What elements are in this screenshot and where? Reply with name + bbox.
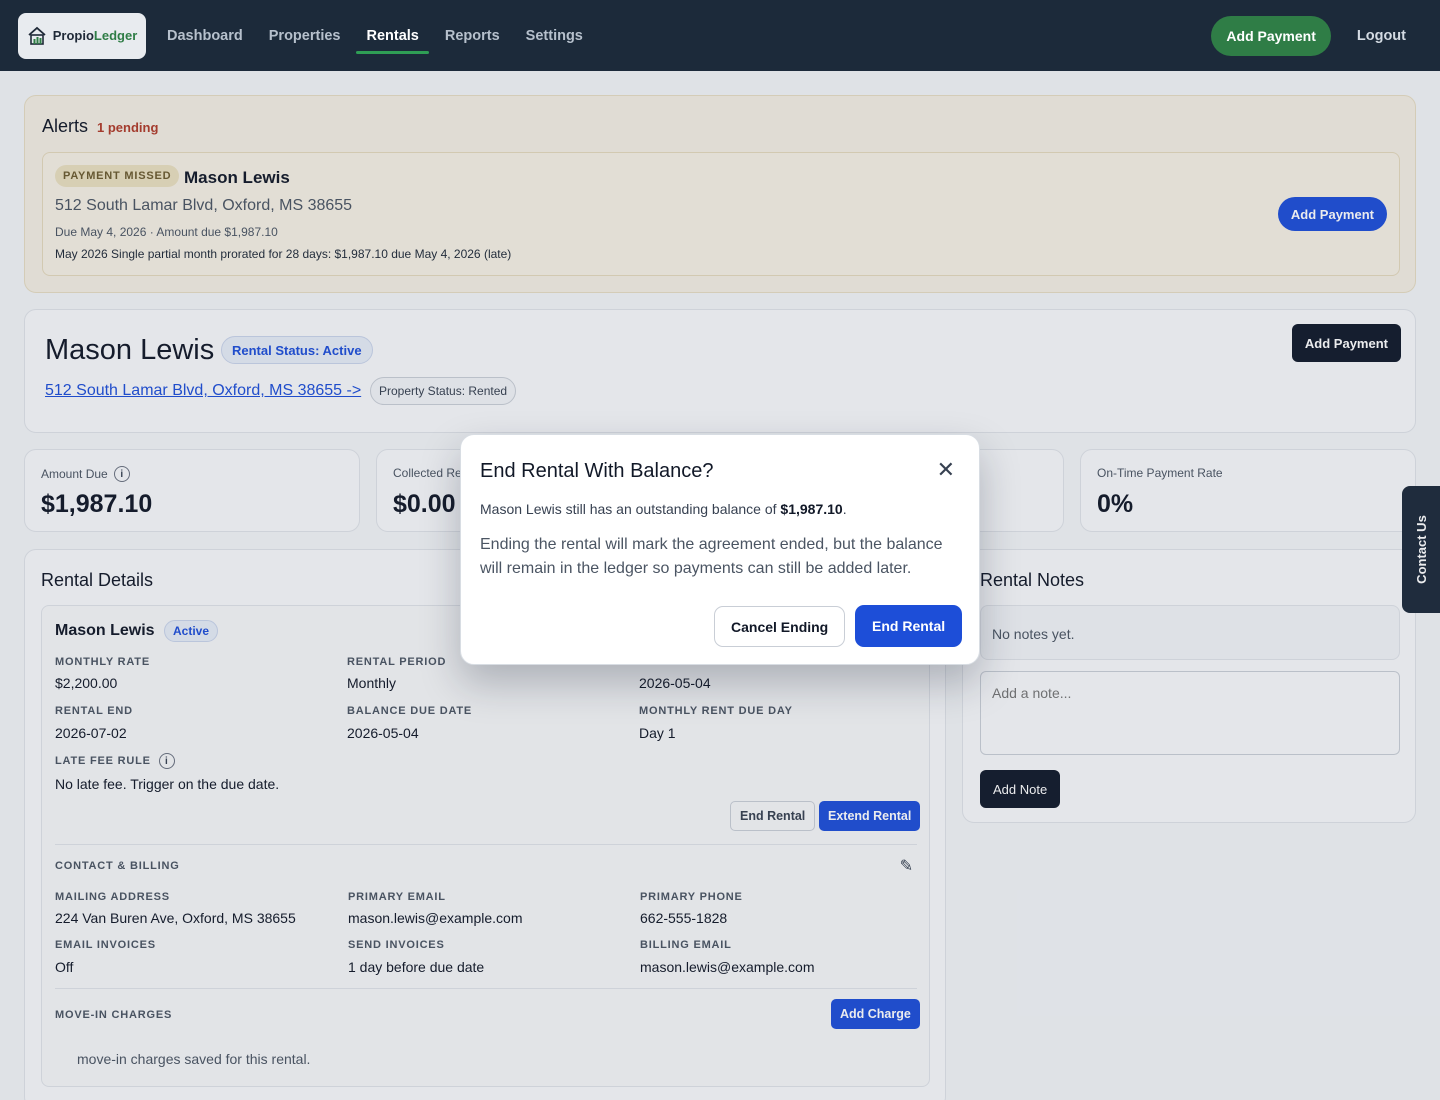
nav-add-payment-button[interactable]: Add Payment — [1211, 15, 1331, 56]
nav-settings[interactable]: Settings — [526, 0, 583, 71]
nav-properties[interactable]: Properties — [269, 0, 341, 71]
confirm-end-rental-button[interactable]: End Rental — [855, 605, 963, 647]
top-nav: PropioLedger Dashboard Properties Rental… — [0, 0, 1440, 71]
brand-name: PropioLedger — [52, 28, 138, 43]
modal-detail-text: Ending the rental will mark the agreemen… — [480, 536, 943, 577]
nav-rentals[interactable]: Rentals — [356, 0, 430, 71]
house-chart-icon — [28, 26, 46, 45]
end-rental-modal: End Rental With Balance? ✕ Mason Lewis s… — [460, 434, 980, 665]
modal-balance-message: Mason Lewis still has an outstanding bal… — [480, 501, 847, 517]
modal-balance-amount: $1,987.10 — [780, 501, 843, 517]
cancel-ending-button[interactable]: Cancel Ending — [714, 606, 846, 647]
logout-link[interactable]: Logout — [1357, 28, 1406, 44]
nav-dashboard[interactable]: Dashboard — [167, 0, 243, 71]
brand-logo[interactable]: PropioLedger — [18, 12, 146, 59]
nav-links: Dashboard Properties Rentals Reports Set… — [167, 0, 583, 71]
close-icon[interactable]: ✕ — [937, 457, 955, 483]
nav-reports[interactable]: Reports — [445, 0, 500, 71]
modal-title: End Rental With Balance? — [480, 460, 714, 482]
